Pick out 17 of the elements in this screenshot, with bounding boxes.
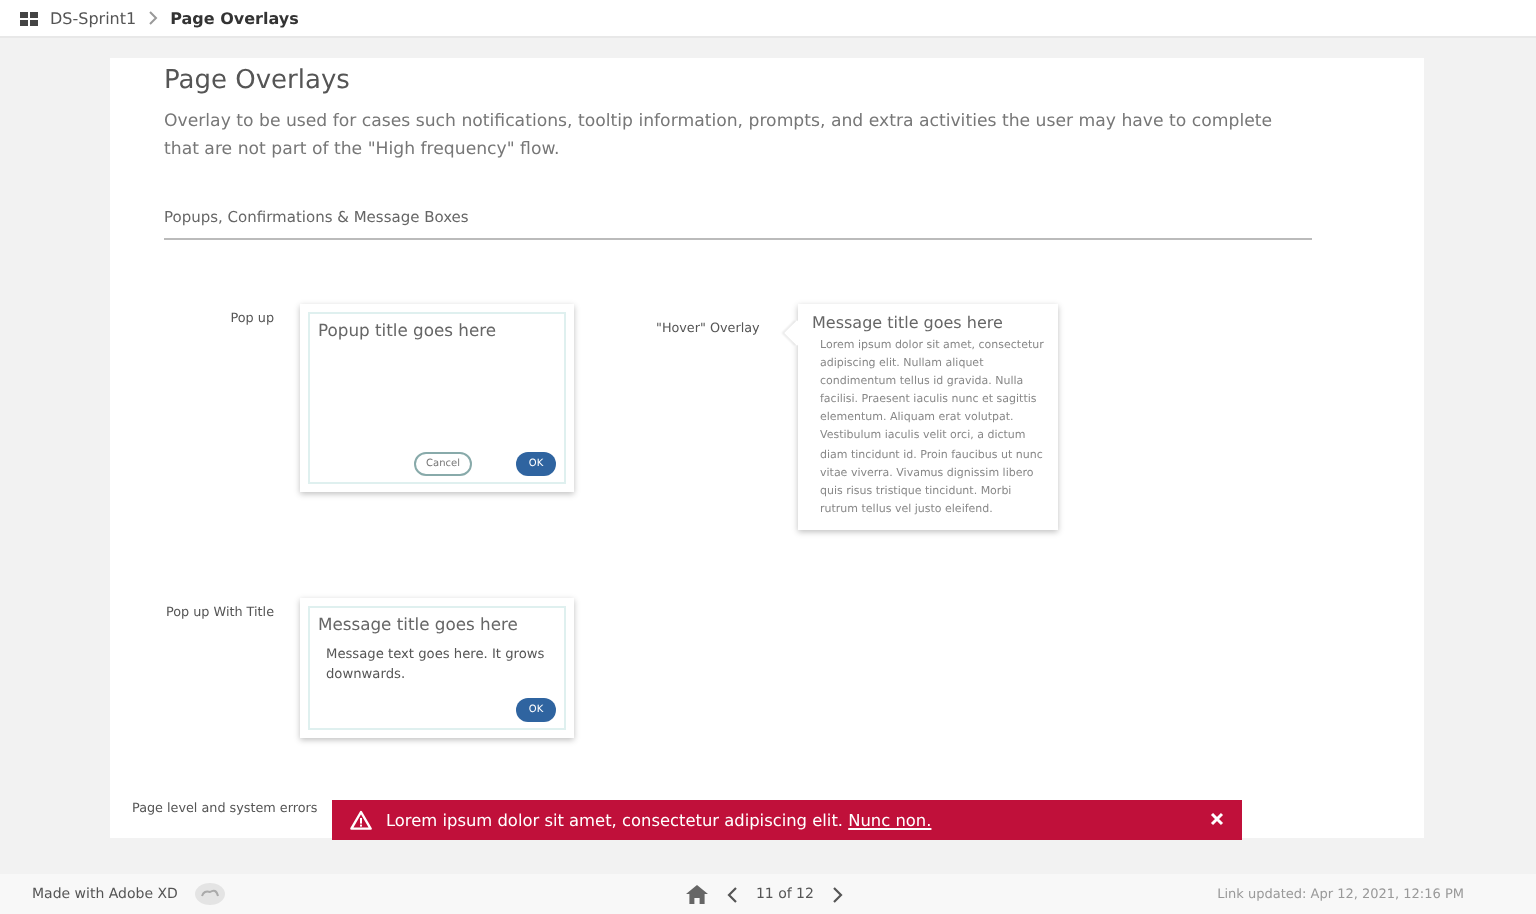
warning-icon xyxy=(350,809,372,830)
error-message: Lorem ipsum dolor sit amet, consectetur adipiscing elit. Nunc non. xyxy=(386,809,932,830)
tooltip-title: Message title goes here xyxy=(812,314,1005,332)
previous-icon[interactable] xyxy=(725,885,738,903)
home-icon[interactable] xyxy=(685,884,708,904)
next-icon[interactable] xyxy=(831,885,844,903)
breadcrumb-current: Page Overlays xyxy=(170,9,299,27)
page-heading: Page Overlays xyxy=(164,66,352,96)
dialog-title: Message title goes here xyxy=(318,613,520,634)
error-link[interactable]: Nunc non. xyxy=(848,809,932,830)
cloud-logo-icon xyxy=(193,882,226,906)
chevron-icon xyxy=(148,10,159,26)
breadcrumb-link[interactable]: DS-Sprint1 xyxy=(50,9,137,27)
grid-icon[interactable] xyxy=(20,11,38,25)
close-icon[interactable] xyxy=(1210,812,1224,827)
dialog-title: Popup title goes here xyxy=(318,320,499,340)
description-text: Overlay to be used for cases such notifications, tooltip information, prompts, and extra activities the user may have to complete that are not part of the "High frequency" flow. xyxy=(164,110,1275,164)
